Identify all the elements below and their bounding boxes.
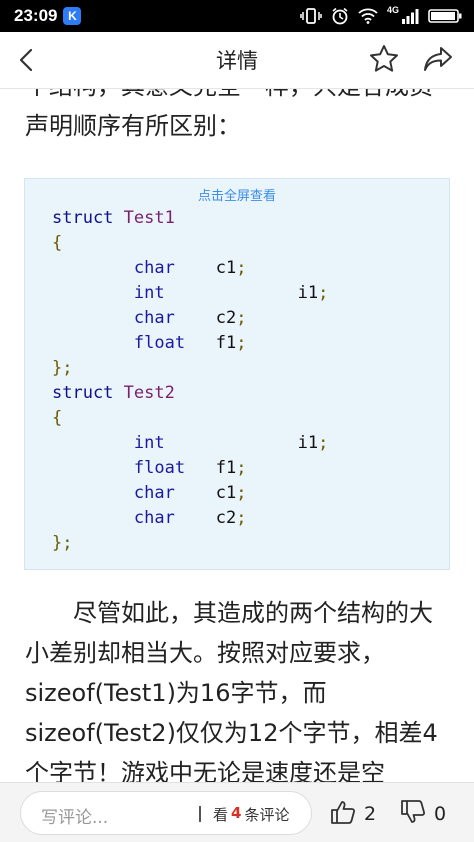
code-line: { — [52, 408, 63, 428]
thumbs-down-icon — [400, 799, 426, 829]
wifi-icon — [358, 8, 378, 24]
network-type: 4G — [386, 5, 399, 15]
code-line: struct Test2 — [52, 383, 175, 403]
code-line: { — [52, 233, 63, 253]
page-title: 详情 — [216, 49, 258, 73]
signal-icon — [401, 8, 419, 24]
comment-input[interactable]: 写评论... 看 4 条评论 — [20, 791, 312, 835]
comment-placeholder: 写评论... — [41, 808, 109, 828]
divider — [199, 806, 201, 822]
back-icon[interactable] — [14, 46, 38, 78]
fullscreen-view-link[interactable]: 点击全屏查看 — [25, 185, 449, 204]
bottom-bar: 写评论... 看 4 条评论 2 0 — [0, 782, 474, 842]
code-line: char c1; — [133, 483, 247, 503]
code-text: struct Test1{ char c1; int i1; char c2; … — [52, 206, 328, 556]
code-line: char c1; — [133, 258, 247, 278]
status-bar: 23:09 K 4G — [0, 0, 474, 32]
code-line: }; — [52, 533, 73, 553]
comment-count: 4 — [231, 804, 242, 822]
nav-bar: 详情 — [0, 32, 474, 89]
article-content[interactable]: 个结构，其意义完全一样，只是各成员声明顺序有所区别： 点击全屏查看 struct… — [0, 89, 474, 782]
status-time: 23:09 — [14, 6, 58, 25]
code-line: int i1; — [133, 283, 329, 303]
code-line: char c2; — [133, 508, 247, 528]
like-button[interactable]: 2 — [330, 799, 376, 829]
share-icon[interactable] — [422, 45, 454, 79]
view-comments-suffix: 条评论 — [244, 806, 290, 824]
code-line: float f1; — [133, 333, 247, 353]
code-line: char c2; — [133, 308, 247, 328]
dislike-button[interactable]: 0 — [400, 799, 446, 829]
code-line: }; — [52, 358, 73, 378]
thumbs-up-icon — [330, 799, 356, 829]
alarm-icon — [331, 7, 349, 25]
code-block: 点击全屏查看 struct Test1 { char c1; int i1; ch… — [24, 178, 450, 570]
code-line: int i1; — [133, 433, 329, 453]
battery-icon — [428, 8, 462, 24]
favorite-star-icon[interactable] — [368, 43, 400, 79]
dislike-count: 0 — [434, 803, 447, 825]
article-paragraph: 个结构，其意义完全一样，只是各成员声明顺序有所区别： — [25, 89, 433, 140]
like-count: 2 — [364, 803, 377, 825]
vibrate-icon — [300, 8, 322, 24]
article-paragraph: 尽管如此，其造成的两个结构的大小差别却相当大。按照对应要求，sizeof(Tes… — [25, 599, 438, 782]
view-comments-prefix: 看 — [213, 806, 229, 824]
code-line: float f1; — [133, 458, 247, 478]
code-line: struct Test1 — [52, 208, 175, 228]
view-comments-button[interactable]: 看 4 条评论 — [213, 804, 289, 825]
app-badge-icon: K — [63, 7, 82, 25]
